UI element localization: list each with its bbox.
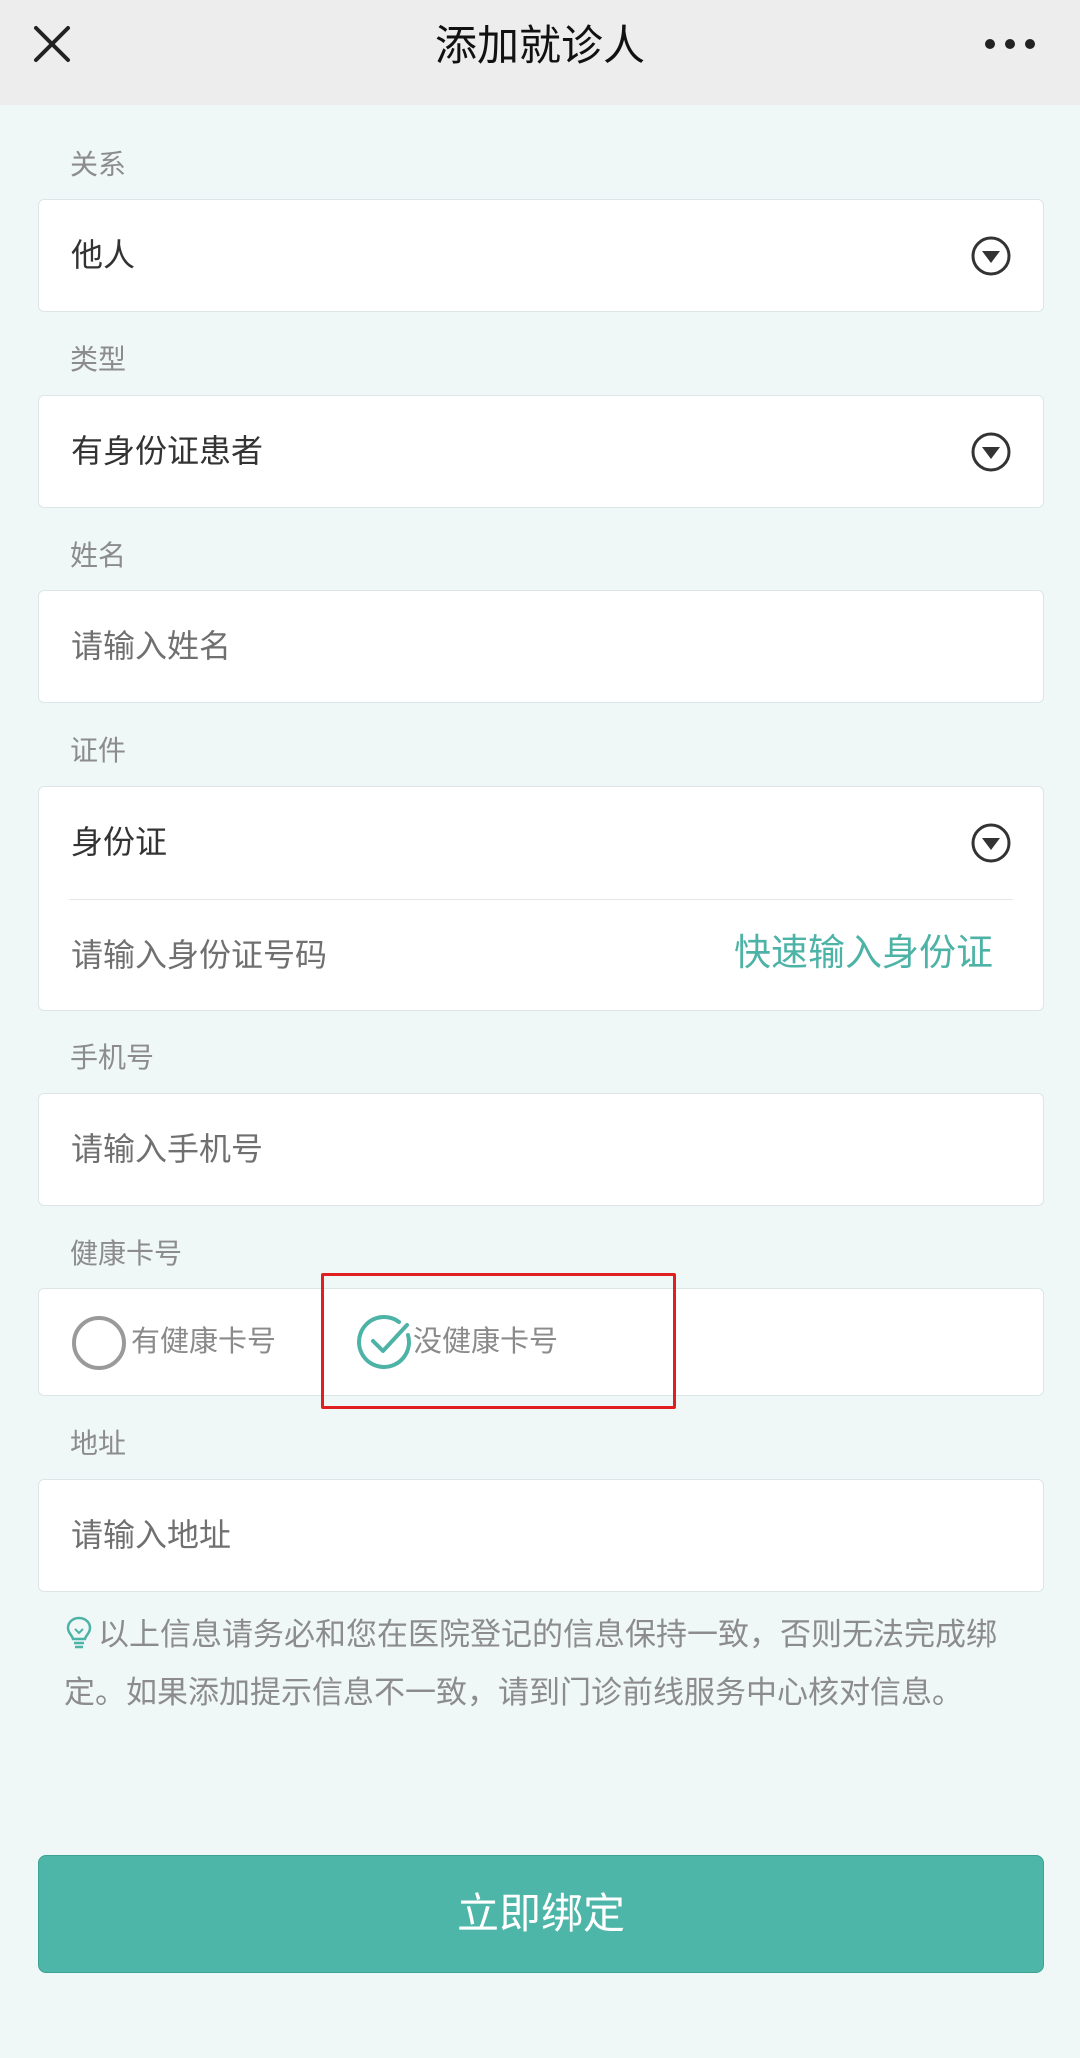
address-input[interactable]: 请输入地址 (38, 1479, 1044, 1592)
type-select[interactable]: 有身份证患者 (38, 395, 1044, 508)
name-label: 姓名 (70, 539, 127, 572)
certificate-type-select[interactable]: 身份证 (39, 787, 1043, 899)
quick-input-id-link[interactable]: 快速输入身份证 (734, 930, 993, 976)
phone-input[interactable]: 请输入手机号 (38, 1093, 1044, 1206)
id-number-placeholder: 请输入身份证号码 (71, 936, 328, 974)
id-number-input[interactable]: 请输入身份证号码 (39, 900, 659, 1010)
certificate-label: 证件 (70, 734, 127, 767)
phone-label: 手机号 (70, 1041, 155, 1074)
health-card-label: 健康卡号 (70, 1237, 183, 1270)
phone-placeholder: 请输入手机号 (71, 1130, 264, 1168)
dropdown-arrow-icon (969, 430, 1013, 474)
address-label: 地址 (70, 1427, 127, 1460)
type-label: 类型 (70, 343, 127, 376)
certificate-type-value: 身份证 (71, 823, 168, 861)
name-placeholder: 请输入姓名 (71, 627, 232, 665)
more-icon[interactable] (980, 30, 1040, 58)
bind-now-button[interactable]: 立即绑定 (38, 1855, 1044, 1973)
dropdown-arrow-icon (969, 821, 1013, 865)
selection-highlight-box (321, 1273, 676, 1409)
radio-has-health-card-label: 有健康卡号 (131, 1324, 277, 1358)
certificate-box: 身份证 请输入身份证号码 快速输入身份证 (38, 786, 1044, 1011)
relation-select[interactable]: 他人 (38, 199, 1044, 312)
notice-text: 以上信息请务必和您在医院登记的信息保持一致，否则无法完成绑定。如果添加提示信息不… (64, 1606, 1014, 1722)
title-bar: 添加就诊人 (0, 0, 1080, 105)
dropdown-arrow-icon (969, 234, 1013, 278)
type-value: 有身份证患者 (71, 432, 264, 470)
address-placeholder: 请输入地址 (71, 1516, 232, 1554)
relation-value: 他人 (71, 236, 136, 274)
page-title: 添加就诊人 (434, 21, 645, 70)
lightbulb-icon (66, 1616, 92, 1649)
radio-has-health-card[interactable]: 有健康卡号 (69, 1309, 309, 1373)
radio-empty-icon (72, 1316, 126, 1370)
relation-label: 关系 (70, 148, 127, 181)
notice-content: 以上信息请务必和您在医院登记的信息保持一致，否则无法完成绑定。如果添加提示信息不… (64, 1617, 997, 1711)
name-input[interactable]: 请输入姓名 (38, 590, 1044, 703)
